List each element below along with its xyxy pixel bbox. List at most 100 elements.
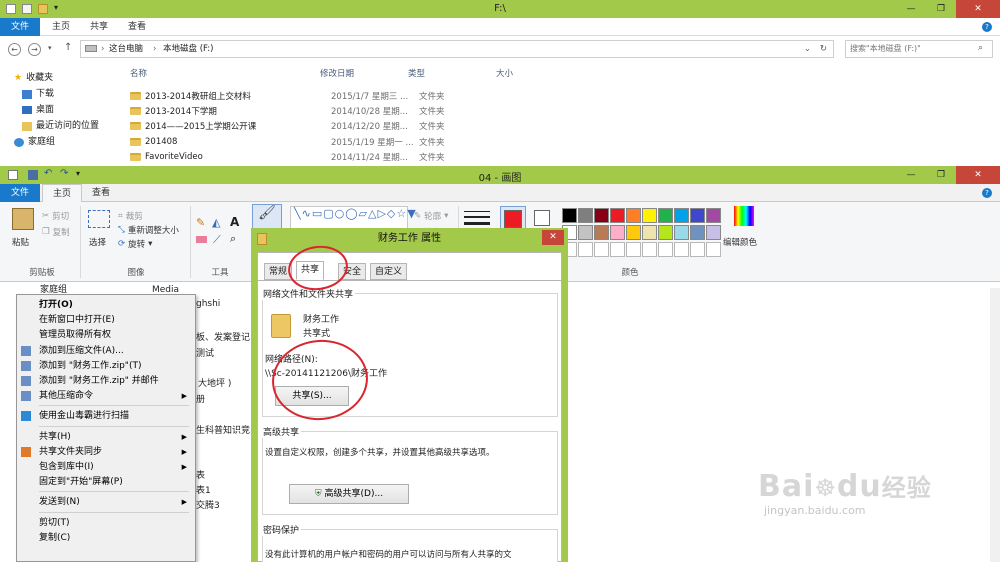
color-swatch[interactable] xyxy=(674,208,689,223)
color2-button[interactable] xyxy=(534,210,554,230)
breadcrumb-drive-f[interactable]: 本地磁盘 (F:) xyxy=(163,41,213,57)
color-swatch[interactable] xyxy=(642,208,657,223)
color-swatch[interactable] xyxy=(626,242,641,257)
color-swatch[interactable] xyxy=(690,208,705,223)
tab-customize[interactable]: 自定义 xyxy=(370,263,408,280)
file-row[interactable]: FavoriteVideo 2014/11/24 星期... 文件夹 xyxy=(130,149,550,164)
color-swatch[interactable] xyxy=(594,208,609,223)
column-type[interactable]: 类型 xyxy=(408,66,425,82)
close-icon[interactable]: ✕ xyxy=(956,166,1000,184)
file-row[interactable]: 201408 2015/1/19 星期一 ... 文件夹 xyxy=(130,134,550,149)
crop-button[interactable]: ⌗ 裁剪 xyxy=(118,210,143,222)
color-swatch[interactable] xyxy=(578,225,593,240)
color-swatch[interactable] xyxy=(578,208,593,223)
sidebar-item-favorites[interactable]: ★ 收藏夹 xyxy=(14,70,124,86)
color-swatch[interactable] xyxy=(610,225,625,240)
color-swatch[interactable] xyxy=(578,242,593,257)
rotate-button[interactable]: ⟳ 旋转 ▾ xyxy=(118,238,152,250)
context-menu-item[interactable]: 使用金山毒霸进行扫描 xyxy=(17,408,195,424)
color-swatch[interactable] xyxy=(690,225,705,240)
forward-icon[interactable]: → xyxy=(28,43,41,56)
color-swatch[interactable] xyxy=(658,242,673,257)
magnifier-icon[interactable]: ⌕ xyxy=(230,232,236,246)
tab-view[interactable]: 查看 xyxy=(82,184,120,202)
text-icon[interactable]: A xyxy=(230,215,239,229)
resize-button[interactable]: ⤡ 重新调整大小 xyxy=(118,224,179,236)
color-picker-icon[interactable]: ⟋ xyxy=(213,233,221,247)
file-row[interactable]: 2013-2014下学期 2014/10/28 星期... 文件夹 xyxy=(130,103,550,118)
color-swatch[interactable] xyxy=(658,208,673,223)
file-row[interactable]: 2014——2015上学期公开课 2014/12/20 星期... 文件夹 xyxy=(130,119,550,134)
maximize-icon[interactable]: ❐ xyxy=(926,166,956,184)
cut-button[interactable]: ✂ 剪切 xyxy=(42,210,69,222)
tab-file[interactable]: 文件 xyxy=(0,18,40,36)
search-input[interactable]: 搜索"本地磁盘 (F:)" xyxy=(845,40,993,58)
refresh-icon[interactable]: ↻ xyxy=(820,41,827,57)
advanced-sharing-button[interactable]: ⛨ 高级共享(D)... xyxy=(289,484,409,504)
context-menu-item[interactable]: 剪切(T) xyxy=(17,515,195,531)
sidebar-item-desktop[interactable]: 桌面 xyxy=(14,102,124,118)
column-date[interactable]: 修改日期 xyxy=(320,66,354,82)
context-menu-item[interactable]: 添加到 "财务工作.zip" 并邮件 xyxy=(17,373,195,389)
tab-share[interactable]: 共享 xyxy=(80,18,118,36)
up-icon[interactable]: ↑ xyxy=(64,42,72,53)
color-swatch[interactable] xyxy=(562,208,577,223)
back-icon[interactable]: ← xyxy=(8,43,21,56)
context-menu-item[interactable]: 添加到 "财务工作.zip"(T) xyxy=(17,358,195,374)
color-swatch[interactable] xyxy=(642,242,657,257)
context-menu-item[interactable]: 共享(H) ▶ xyxy=(17,429,195,445)
address-bar[interactable]: › 这台电脑 › 本地磁盘 (F:) ⌄ ↻ xyxy=(80,40,834,58)
color-swatch[interactable] xyxy=(626,208,641,223)
eraser-icon[interactable] xyxy=(196,236,207,243)
select-icon[interactable] xyxy=(88,210,110,228)
context-menu-item[interactable]: 共享文件夹同步 ▶ xyxy=(17,444,195,460)
minimize-icon[interactable]: — xyxy=(896,0,926,18)
color-swatch[interactable] xyxy=(706,242,721,257)
context-menu-item[interactable]: 发送到(N) ▶ xyxy=(17,494,195,510)
copy-button[interactable]: ❐ 复制 xyxy=(42,226,70,238)
sidebar-item-recent[interactable]: 最近访问的位置 xyxy=(14,118,124,134)
color-swatch[interactable] xyxy=(610,242,625,257)
tab-view[interactable]: 查看 xyxy=(118,18,156,36)
context-menu-item[interactable]: 包含到库中(I) ▶ xyxy=(17,459,195,475)
color-swatch[interactable] xyxy=(674,225,689,240)
color-swatch[interactable] xyxy=(706,208,721,223)
color-swatch[interactable] xyxy=(594,225,609,240)
edit-colors-button[interactable]: 编辑颜色 xyxy=(723,236,757,248)
context-menu-item[interactable]: 复制(C) xyxy=(17,530,195,546)
select-button[interactable]: 选择 xyxy=(89,236,106,248)
context-menu-item[interactable]: 固定到"开始"屏幕(P) xyxy=(17,474,195,490)
context-menu-item[interactable]: 打开(O) xyxy=(17,297,195,313)
edit-colors-icon[interactable] xyxy=(734,206,754,226)
breadcrumb-this-pc[interactable]: 这台电脑 xyxy=(109,41,143,57)
sidebar-item-homegroup[interactable]: 家庭组 xyxy=(14,134,124,150)
outline-button[interactable]: ✎ 轮廓 ▾ xyxy=(414,210,448,222)
recent-locations-icon[interactable]: ▾ xyxy=(48,44,52,52)
maximize-icon[interactable]: ❐ xyxy=(926,0,956,18)
context-menu-item[interactable]: 管理员取得所有权 xyxy=(17,327,195,343)
tab-home[interactable]: 主页 xyxy=(42,18,80,36)
fill-icon[interactable]: ◭ xyxy=(212,216,220,229)
context-menu-item[interactable]: 添加到压缩文件(A)... xyxy=(17,343,195,359)
close-icon[interactable]: ✕ xyxy=(956,0,1000,18)
close-icon[interactable]: ✕ xyxy=(542,230,564,245)
context-menu-item[interactable]: 在新窗口中打开(E) xyxy=(17,312,195,328)
help-icon[interactable]: ? xyxy=(982,22,992,32)
paste-button[interactable]: 粘贴 xyxy=(12,236,29,248)
pencil-icon[interactable]: ✎ xyxy=(196,216,205,229)
tab-file[interactable]: 文件 xyxy=(0,184,40,202)
color-swatch[interactable] xyxy=(594,242,609,257)
color-swatch[interactable] xyxy=(642,225,657,240)
tab-home[interactable]: 主页 xyxy=(42,184,83,202)
color-swatch[interactable] xyxy=(690,242,705,257)
help-icon[interactable]: ? xyxy=(982,188,992,198)
color-swatch[interactable] xyxy=(626,225,641,240)
column-name[interactable]: 名称 xyxy=(130,66,147,82)
context-menu-item[interactable]: 其他压缩命令 ▶ xyxy=(17,388,195,404)
color-swatch[interactable] xyxy=(674,242,689,257)
color-swatch[interactable] xyxy=(610,208,625,223)
file-row[interactable]: 2013-2014教研组上交材料 2015/1/7 星期三 ... 文件夹 xyxy=(130,88,550,103)
minimize-icon[interactable]: — xyxy=(896,166,926,184)
color-swatch[interactable] xyxy=(658,225,673,240)
column-size[interactable]: 大小 xyxy=(496,66,513,82)
